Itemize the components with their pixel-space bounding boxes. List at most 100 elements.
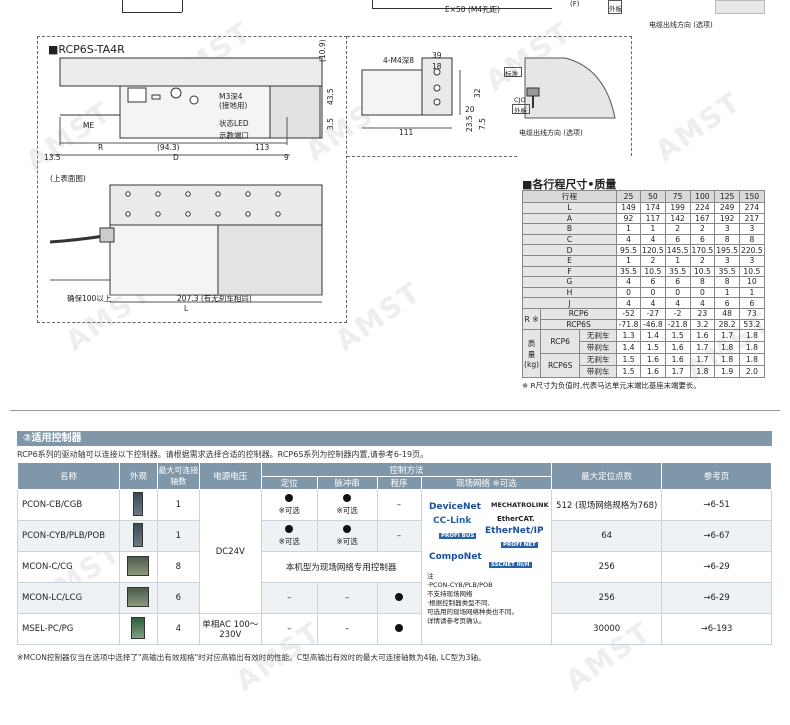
- label-min-bend: 确保100以上: [67, 294, 112, 303]
- controllers-footnote: ※MCON控制器仅当在选项中选择了"高输出有效规格"时对应高输出有效时的性能。C…: [17, 653, 486, 662]
- table-row: MCON-C/CG 8 本机型为现场网络专用控制器 256 →6-29: [17, 551, 772, 583]
- network-note: 注 ·PCON-CYB/PLB/POB 不支持现场网络 ·根据控制器类型不同, …: [427, 572, 518, 625]
- spec-cell: 274: [739, 202, 765, 214]
- label-113: 113: [255, 143, 270, 152]
- controller-ref[interactable]: →6-193: [661, 613, 772, 645]
- spec-cell: 95.5: [616, 244, 641, 256]
- brake-label: 带刹车: [579, 365, 617, 379]
- label-9: 9: [284, 153, 289, 162]
- stroke-value: 25: [616, 190, 641, 203]
- spec-cell: 10: [739, 276, 765, 288]
- controller-axes: 1: [156, 520, 200, 552]
- position-cell: –: [260, 613, 318, 645]
- program-cell: [376, 582, 422, 614]
- spec-row-label: C: [522, 233, 617, 246]
- spec-cell: 10.5: [689, 265, 716, 278]
- pulse-cell: –: [316, 613, 378, 645]
- brake-label: 无刹车: [579, 353, 617, 367]
- spec-cell: -21.8: [664, 318, 691, 331]
- cable-direction-drawing: [524, 57, 616, 119]
- brake-label: 无刹车: [579, 329, 617, 343]
- label-109: (10.9): [318, 39, 327, 62]
- spec-cell: 6: [689, 233, 716, 246]
- spec-cell: 35.5: [664, 265, 691, 278]
- controller-ref[interactable]: →6-29: [661, 551, 772, 583]
- label-39: 39: [432, 51, 442, 60]
- spec-cell: 10.5: [640, 265, 666, 278]
- spec-cell: 2: [689, 254, 716, 267]
- network-logos: DeviceNet MECHATROLINK CC-Link EtherCAT.…: [423, 496, 554, 636]
- spec-cell: 35.5: [616, 265, 641, 278]
- top-view-drawing: [49, 184, 323, 303]
- r-label: R ※: [521, 307, 542, 331]
- spec-row-label: J: [522, 297, 617, 309]
- table-row: MSEL-PC/PG 4 单相AC 100～230V – – 30000 →6-…: [17, 613, 772, 645]
- spec-cell: 6: [739, 297, 765, 309]
- controller-points: 256: [551, 551, 663, 583]
- spec-cell: 6: [640, 276, 666, 288]
- program-cell: –: [376, 489, 422, 521]
- label-20: 20: [465, 105, 475, 114]
- spec-row: E121233: [522, 254, 765, 267]
- spec-cell: 149: [616, 202, 641, 214]
- spec-row-label: G: [522, 276, 617, 288]
- spec-cell: 1: [714, 286, 740, 299]
- spec-cell: 0: [640, 286, 666, 299]
- spec-cell: 1.7: [689, 341, 716, 355]
- stroke-value: 125: [714, 190, 740, 203]
- dot-icon: [285, 525, 294, 533]
- spec-cell: 192: [714, 212, 740, 225]
- spec-cell: -71.8: [616, 318, 641, 331]
- controller-name: PCON-CYB/PLB/POB: [17, 520, 120, 552]
- spec-cell: 195.5: [714, 244, 740, 256]
- controller-ref[interactable]: →6-29: [661, 582, 772, 614]
- program-cell: [376, 613, 422, 645]
- spec-cell: 0: [616, 286, 641, 299]
- col-pulse: 脉冲串: [316, 476, 378, 490]
- label-d: D: [173, 153, 179, 162]
- spec-cell: 249: [714, 202, 740, 214]
- spec-cell: 1: [616, 223, 641, 235]
- ethercat-logo: EtherCAT.: [497, 515, 535, 523]
- spec-cell: 4: [640, 297, 666, 309]
- spec-row: B112233: [522, 223, 765, 235]
- spec-cell: 1.8: [714, 353, 740, 367]
- spec-cell: 117: [640, 212, 666, 225]
- spec-row-label: F: [522, 265, 617, 278]
- label-l: L: [184, 304, 189, 313]
- cable-direction-label: 电缆出线方向 (选项): [649, 21, 713, 29]
- label-2073: 207.3 (有无刹车相同): [177, 294, 252, 303]
- controller-image: [118, 489, 158, 521]
- spec-cell: 92: [616, 212, 641, 225]
- col-max-axes: 最大可连接轴数: [156, 462, 200, 490]
- spec-cell: 1.7: [689, 353, 716, 367]
- controller-name: PCON-CB/CGB: [17, 489, 120, 521]
- devicenet-logo: DeviceNet: [429, 502, 481, 512]
- spec-cell: 4: [640, 233, 666, 246]
- spec-cell: 4: [616, 233, 641, 246]
- spec-cell: 142: [664, 212, 691, 225]
- spec-cell: 3: [739, 254, 765, 267]
- power-ac: 单相AC 100～230V: [198, 613, 262, 645]
- label-943: (94.3): [157, 143, 180, 152]
- spec-cell: 120.5: [640, 244, 666, 256]
- spec-cell: 73: [739, 307, 765, 320]
- spec-row-label: RCP6: [540, 307, 617, 320]
- controller-axes: 6: [156, 582, 200, 614]
- spec-note: ※ R尺寸为负值时,代表马达单元末端比基座末端要长。: [522, 381, 701, 390]
- spec-row-label: H: [522, 286, 617, 299]
- spec-cell: 1.5: [616, 353, 641, 367]
- spec-cell: 1.8: [739, 341, 765, 355]
- col-power: 电源电压: [198, 462, 262, 490]
- controller-ref[interactable]: →6-51: [661, 489, 772, 521]
- tag-outer-2: 外板: [514, 107, 527, 115]
- label-four-m4: 4-M4深8: [383, 56, 414, 65]
- controller-ref[interactable]: →6-67: [661, 520, 772, 552]
- previous-drawing-strip: E×50 (M4孔距) (F) 外板 电缆出线方向 (选项): [0, 0, 790, 30]
- spec-cell: -52: [616, 307, 641, 320]
- col-ref: 参考页: [661, 462, 772, 490]
- spec-header-row: 行程 25 50 75 100 125 150: [522, 190, 765, 203]
- label-18: 18: [432, 62, 442, 71]
- spec-cell: 3.2: [689, 318, 716, 331]
- spec-cell: 2: [689, 223, 716, 235]
